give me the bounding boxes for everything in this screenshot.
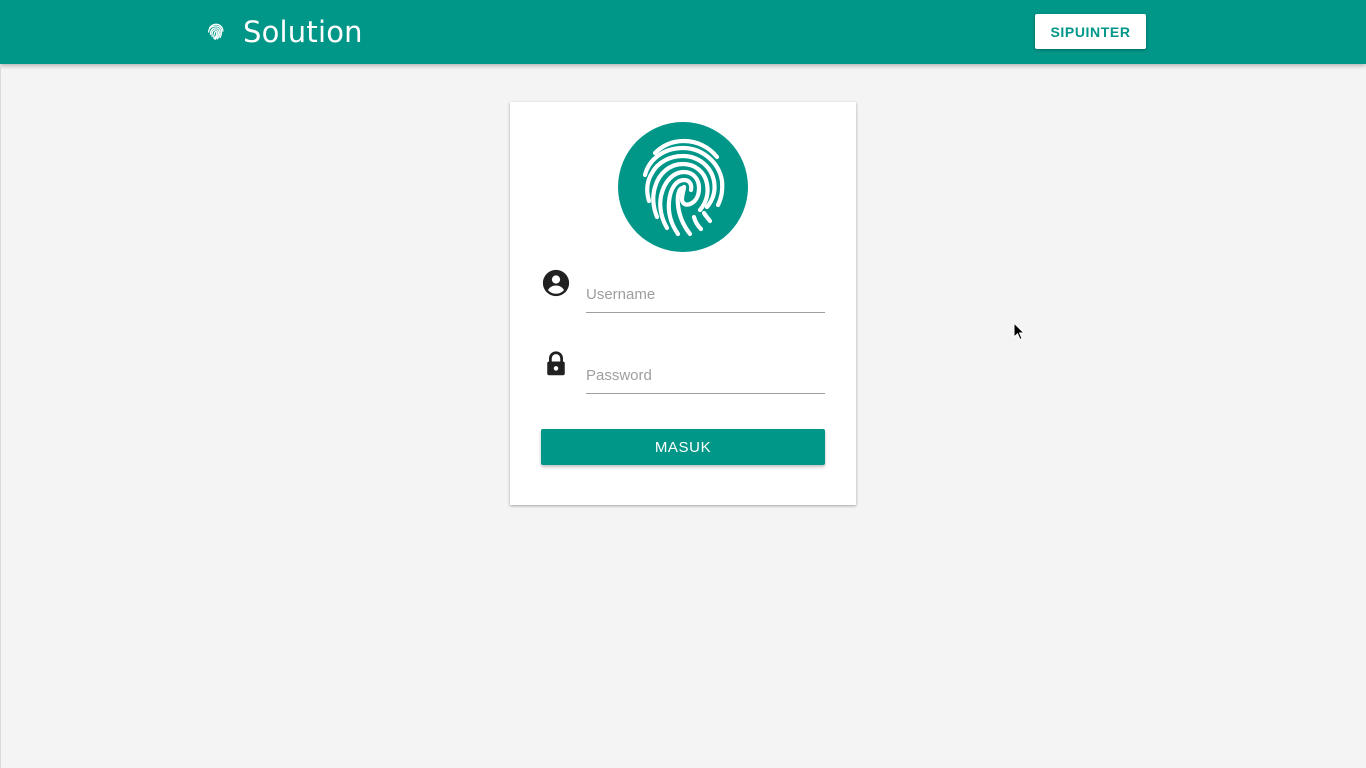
password-input[interactable] xyxy=(586,358,825,394)
account-circle-icon xyxy=(541,268,571,298)
page-edge xyxy=(0,64,1,768)
username-field-group xyxy=(541,268,825,318)
app-bar: Solution SIPUINTER xyxy=(0,0,1366,64)
masuk-button[interactable]: MASUK xyxy=(541,429,825,465)
sipuinter-button[interactable]: SIPUINTER xyxy=(1035,14,1146,49)
fingerprint-icon xyxy=(205,21,227,43)
password-field-group xyxy=(541,349,825,399)
username-input[interactable] xyxy=(586,277,825,313)
brand[interactable]: Solution xyxy=(205,14,363,50)
fingerprint-icon xyxy=(618,122,748,252)
login-card: MASUK xyxy=(510,102,856,505)
lock-icon xyxy=(541,349,571,379)
mouse-cursor-icon xyxy=(1013,321,1027,342)
app-title: Solution xyxy=(243,15,363,49)
